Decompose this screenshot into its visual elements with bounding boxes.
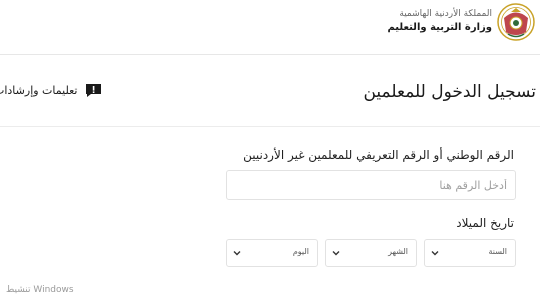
instructions-link[interactable]: تعليمات وإرشادات: [0, 80, 102, 100]
day-select-value: اليوم: [292, 247, 309, 256]
chevron-down-icon: [233, 251, 241, 256]
national-id-label: الرقم الوطني أو الرقم التعريفي للمعلمين …: [243, 148, 514, 162]
title-divider: [0, 126, 540, 127]
chevron-down-icon: [332, 251, 340, 256]
month-select[interactable]: الشهر: [325, 239, 417, 267]
exclamation-speech-bubble-icon: [86, 83, 102, 97]
national-id-input[interactable]: [226, 170, 516, 200]
birthdate-label: تاريخ الميلاد: [456, 216, 514, 230]
month-select-value: الشهر: [388, 247, 408, 256]
windows-activation-watermark: تنشيط Windows: [6, 285, 74, 295]
header-divider: [0, 54, 540, 55]
year-select-value: السنة: [488, 247, 508, 256]
jordan-coat-of-arms-icon: [497, 3, 535, 41]
chevron-down-icon: [431, 251, 439, 256]
kingdom-name: المملكة الأردنية الهاشمية: [399, 9, 492, 19]
ministry-name: وزارة التربية والتعليم: [387, 22, 492, 33]
page-title: تسجيل الدخول للمعلمين: [363, 82, 536, 102]
year-select[interactable]: السنة: [424, 239, 516, 267]
instructions-label: تعليمات وإرشادات: [0, 83, 78, 97]
day-select[interactable]: اليوم: [226, 239, 318, 267]
